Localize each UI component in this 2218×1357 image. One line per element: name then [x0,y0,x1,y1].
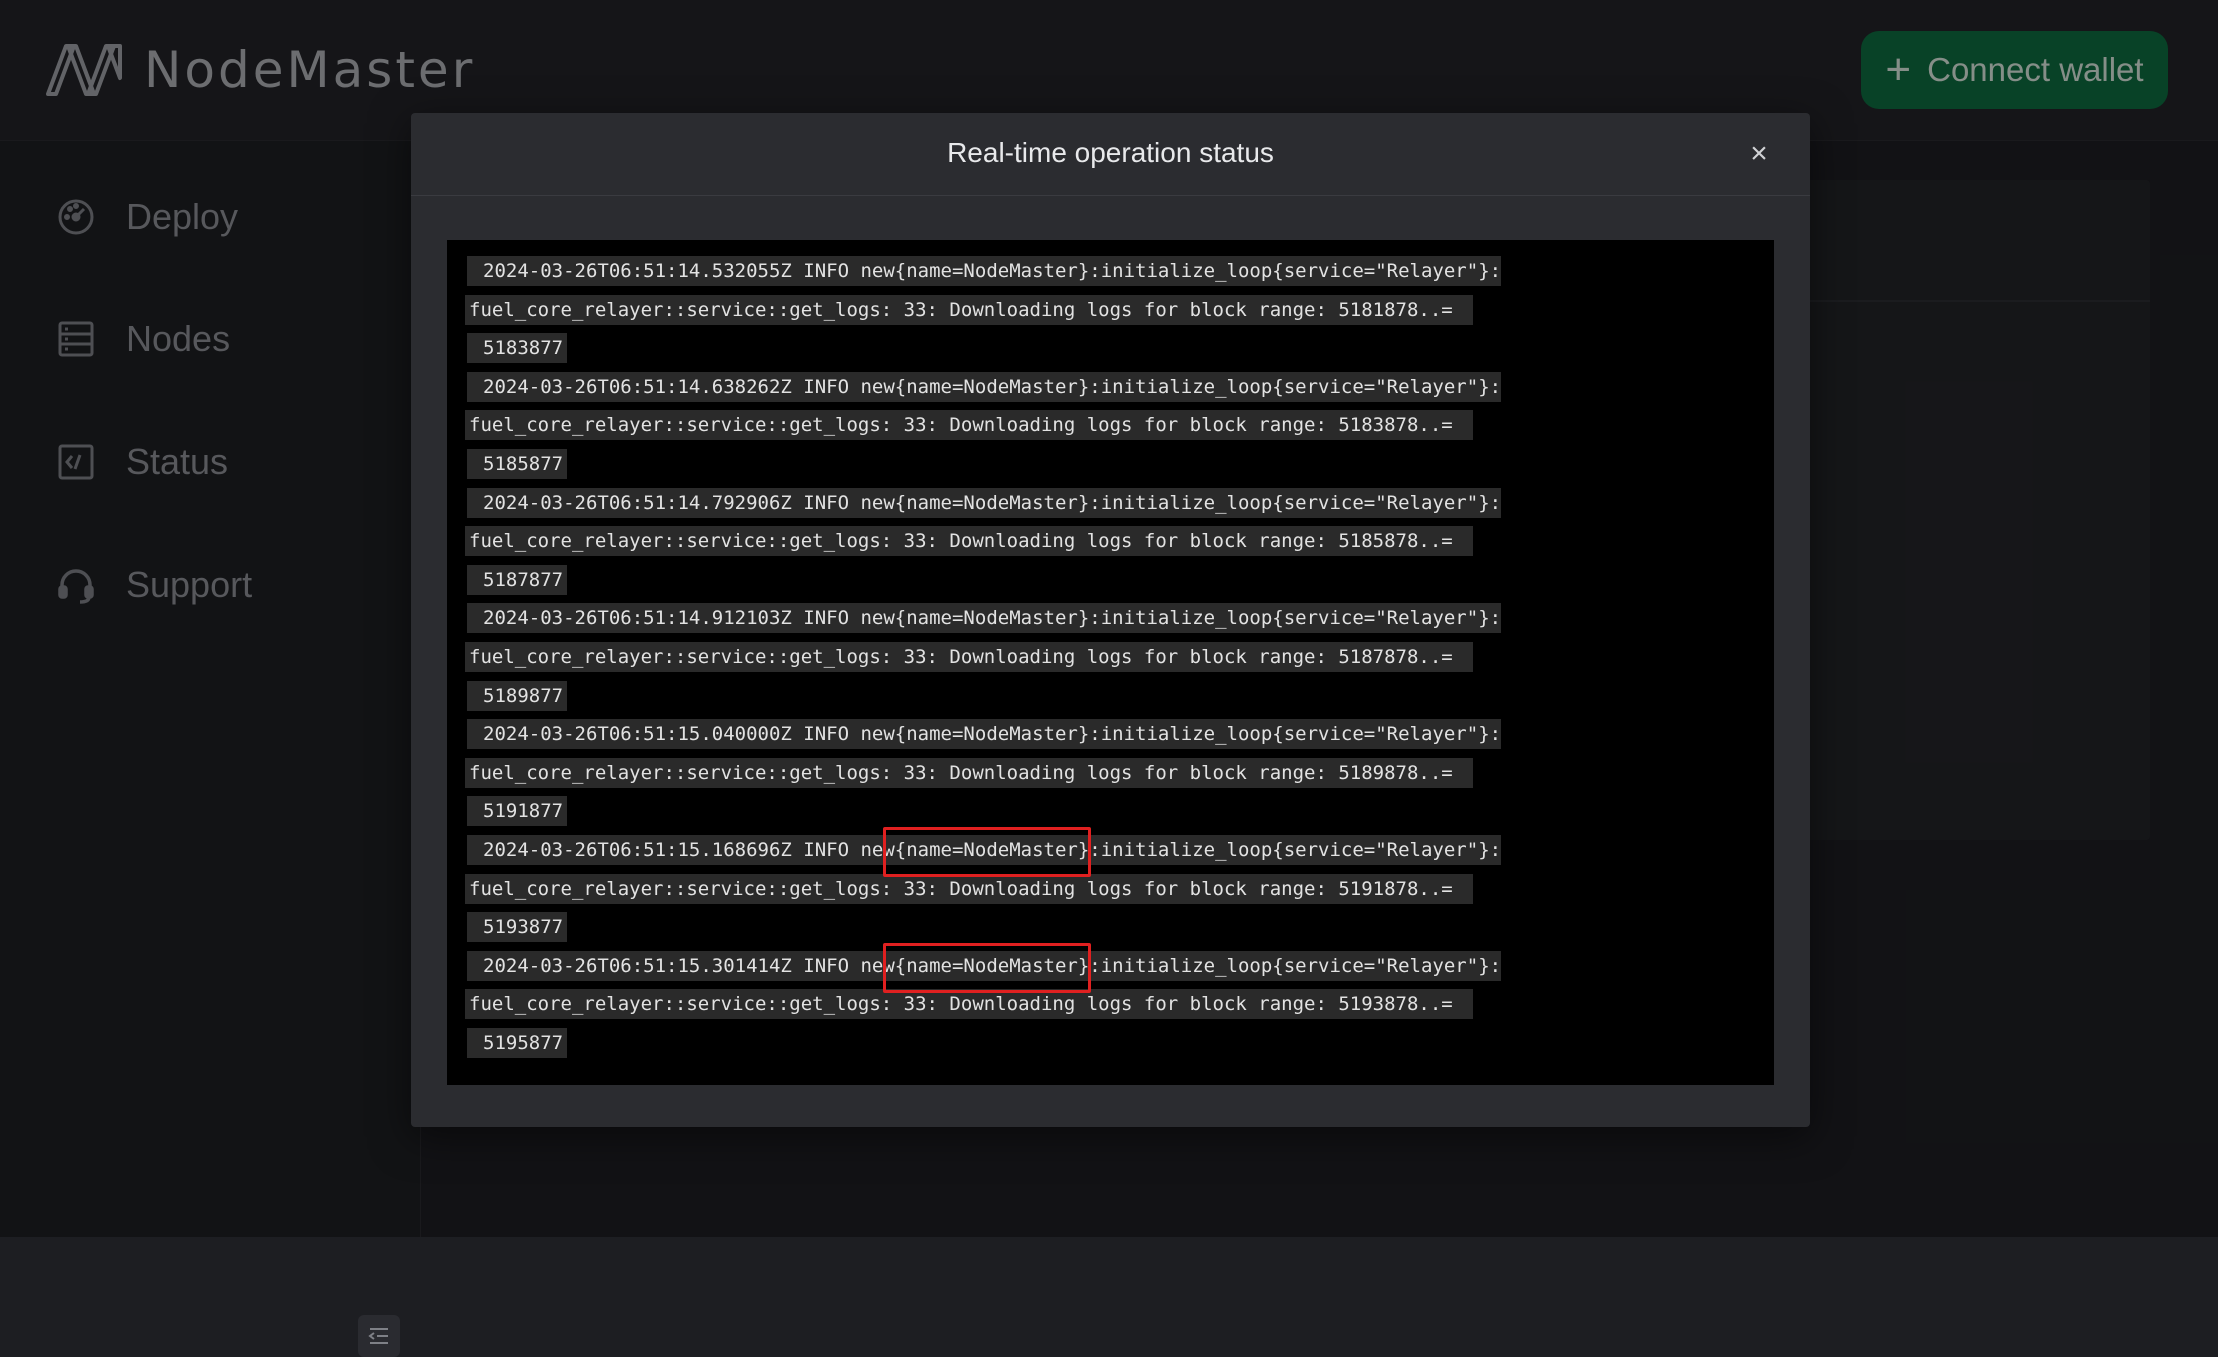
sidebar-collapse-button[interactable] [358,1315,400,1357]
log-entry-line-2: fuel_core_relayer::service::get_logs: 33… [465,642,1473,672]
modal-title: Real-time operation status [947,137,1274,168]
operation-status-modal: Real-time operation status × 2024-03-26T… [411,113,1810,1127]
log-entry-line-3: 5191877 [467,796,568,827]
log-entry-line-1: 2024-03-26T06:51:15.040000Z INFO new{nam… [467,719,1501,750]
menu-fold-icon [368,1328,388,1344]
log-terminal[interactable]: 2024-03-26T06:51:14.532055Z INFO new{nam… [447,240,1774,1085]
log-entry-line-2: fuel_core_relayer::service::get_logs: 33… [465,526,1473,557]
log-entry-line-2: fuel_core_relayer::service::get_logs: 33… [465,410,1473,441]
log-entry-line-2: fuel_core_relayer::service::get_logs: 33… [465,757,1473,788]
modal-header: Real-time operation status × [411,113,1810,196]
log-entry-line-1: 2024-03-26T06:51:15.168696Z INFO new{nam… [467,835,1501,865]
log-entry-line-3: 5193877 [467,912,568,943]
log-entry-line-1: 2024-03-26T06:51:14.912103Z INFO new{nam… [467,603,1501,634]
close-icon[interactable]: × [1744,139,1774,169]
log-entry-line-3: 5195877 [467,1028,568,1058]
log-entry-line-1: 2024-03-26T06:51:14.532055Z INFO new{nam… [467,256,1501,286]
log-entry-line-2: fuel_core_relayer::service::get_logs: 33… [465,873,1473,904]
log-entry-line-1: 2024-03-26T06:51:14.792906Z INFO new{nam… [467,487,1501,518]
log-entry-line-3: 5187877 [467,564,568,595]
log-entry-line-2: fuel_core_relayer::service::get_logs: 33… [465,989,1473,1020]
log-entry-line-3: 5185877 [467,449,568,479]
log-entry-line-2: fuel_core_relayer::service::get_logs: 33… [465,294,1473,325]
log-entry-line-1: 2024-03-26T06:51:14.638262Z INFO new{nam… [467,371,1501,402]
log-entry-line-3: 5189877 [467,680,568,711]
log-entry-line-3: 5183877 [467,333,568,364]
log-entry-line-1: 2024-03-26T06:51:15.301414Z INFO new{nam… [467,950,1501,981]
